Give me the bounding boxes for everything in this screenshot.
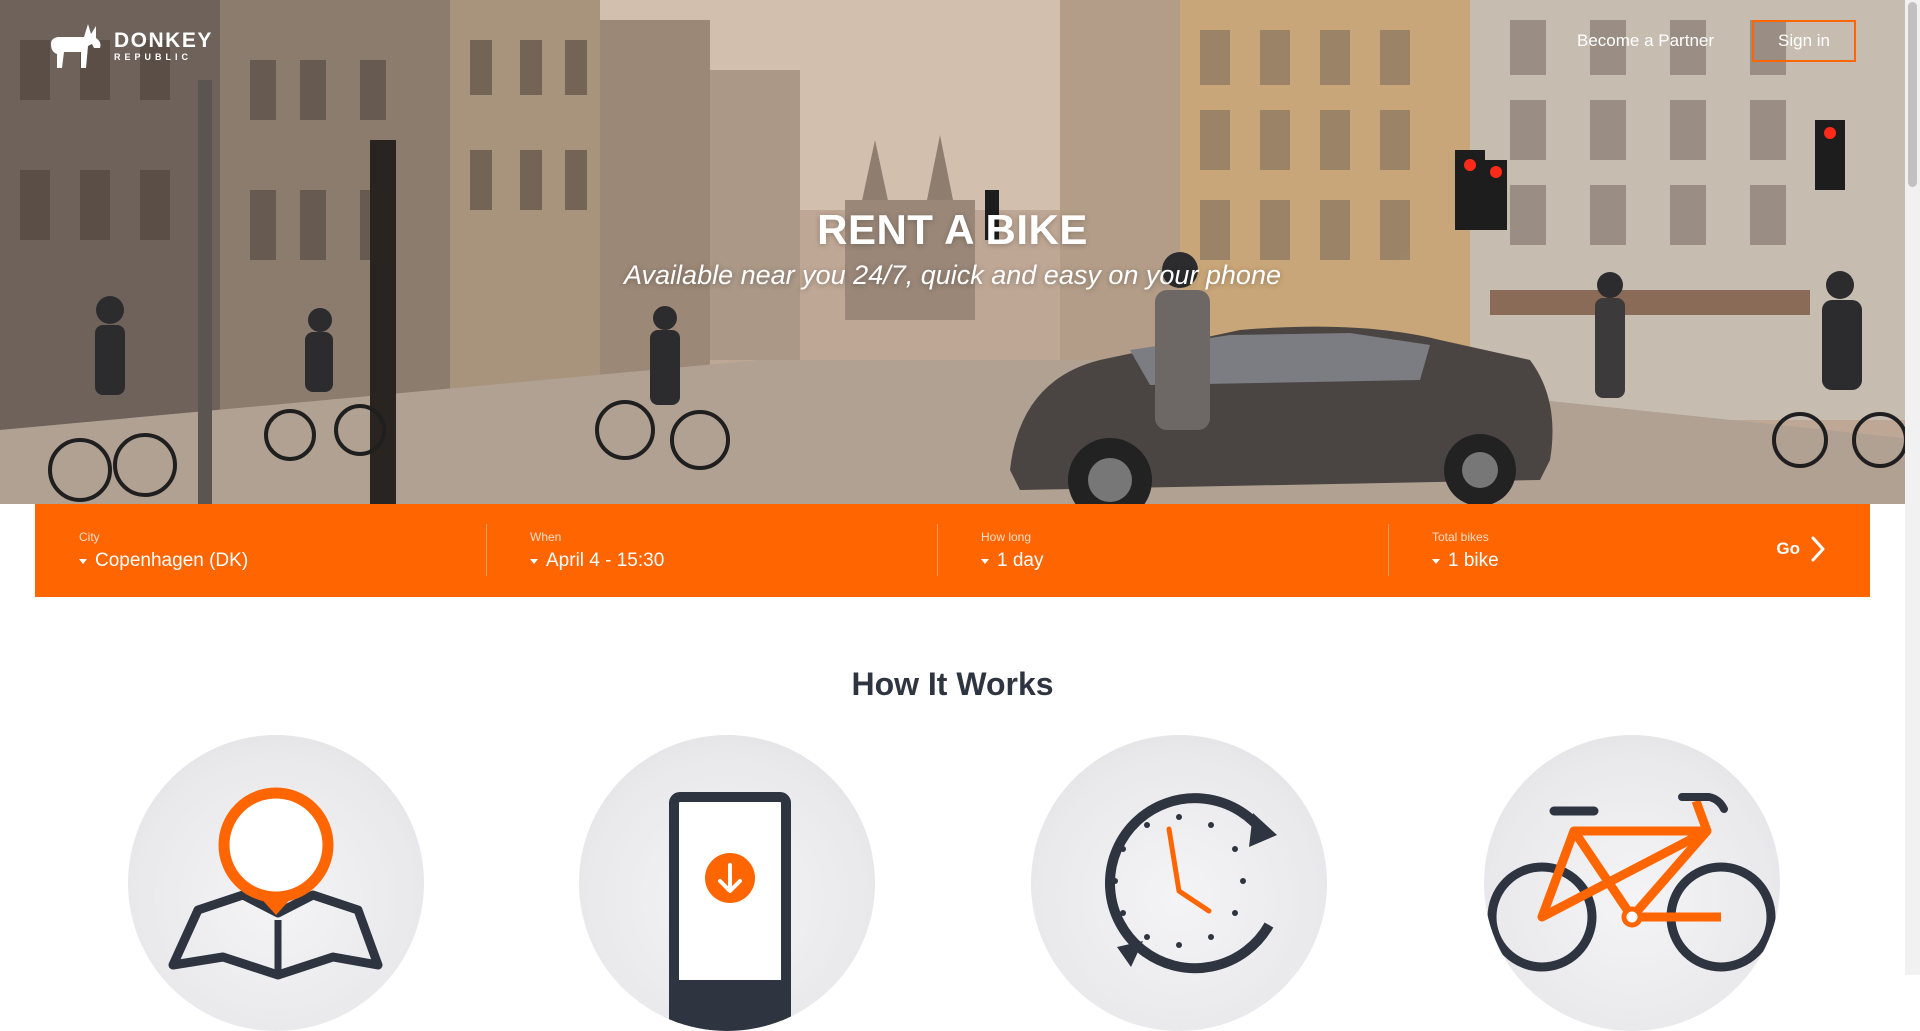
brand-name-line2: REPUBLIC: [114, 52, 193, 62]
step-time-circle: [1031, 735, 1327, 1031]
when-label: When: [530, 530, 562, 544]
bikes-value: 1 bike: [1448, 550, 1499, 571]
chevron-down-icon: [79, 558, 87, 564]
chevron-down-icon: [1432, 558, 1440, 564]
step-find-circle: [128, 735, 424, 1031]
brand-logo[interactable]: DONKEY REPUBLIC: [48, 22, 213, 70]
field-divider: [937, 524, 938, 576]
booking-search-bar: City Copenhagen (DK) When April 4 - 15:3…: [35, 504, 1870, 597]
how-it-works-title: How It Works: [851, 666, 1054, 702]
donkey-icon: [51, 24, 101, 68]
step-ride-circle: [1484, 735, 1780, 1031]
hero-banner: DONKEY REPUBLIC Become a Partner Sign in…: [0, 0, 1920, 504]
duration-value: 1 day: [997, 550, 1044, 571]
duration-select[interactable]: How long 1 day: [937, 504, 1388, 597]
top-nav: Become a Partner Sign in: [1577, 20, 1856, 62]
city-value: Copenhagen (DK): [95, 550, 249, 571]
page-scrollbar[interactable]: [1905, 0, 1920, 975]
duration-label: How long: [981, 530, 1032, 544]
field-divider: [1388, 524, 1389, 576]
when-value: April 4 - 15:30: [546, 550, 665, 571]
become-partner-link[interactable]: Become a Partner: [1577, 31, 1714, 51]
chevron-down-icon: [981, 558, 989, 564]
sign-in-button[interactable]: Sign in: [1752, 20, 1856, 62]
clock-icon: [1105, 793, 1277, 974]
brand-wordmark: DONKEY REPUBLIC: [114, 30, 213, 62]
hero-subtitle: Available near you 24/7, quick and easy …: [624, 260, 1281, 290]
go-button[interactable]: Go: [1776, 536, 1826, 562]
city-label: City: [79, 530, 100, 544]
brand-name-line1: DONKEY: [114, 29, 213, 52]
go-label: Go: [1776, 539, 1800, 558]
when-select[interactable]: When April 4 - 15:30: [486, 504, 937, 597]
step-download-circle: [579, 735, 875, 1031]
bicycle-icon: [1487, 793, 1776, 972]
map-pin-icon: [168, 787, 383, 980]
phone-download-icon: [669, 792, 791, 1031]
city-select[interactable]: City Copenhagen (DK): [35, 504, 486, 597]
field-divider: [486, 524, 487, 576]
scrollbar-thumb[interactable]: [1908, 2, 1917, 187]
bikes-select[interactable]: Total bikes 1 bike: [1388, 504, 1839, 597]
chevron-right-icon: [1811, 536, 1825, 562]
chevron-down-icon: [530, 558, 538, 564]
hero-title: RENT A BIKE: [817, 206, 1088, 253]
